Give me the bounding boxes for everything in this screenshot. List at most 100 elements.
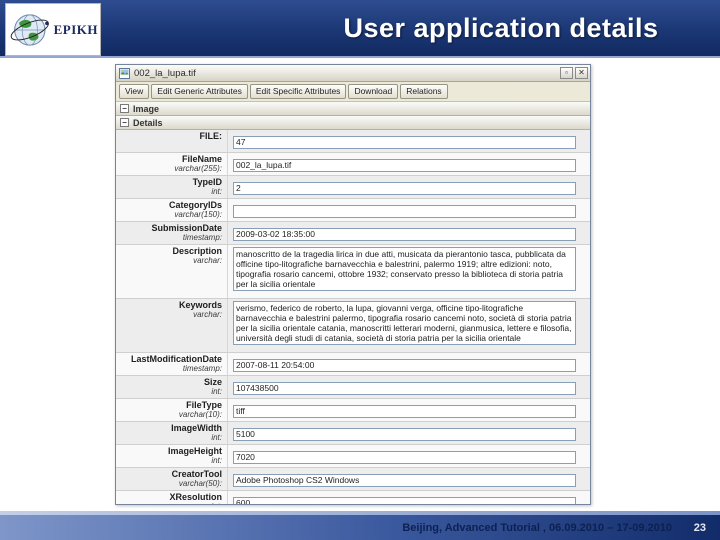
section-image[interactable]: − Image bbox=[116, 102, 590, 116]
field-name: Description bbox=[118, 246, 222, 256]
field-row-submissiondate: SubmissionDatetimestamp: bbox=[116, 222, 590, 245]
logo-text: EPIKH bbox=[54, 22, 98, 38]
field-row-size: Sizeint: bbox=[116, 376, 590, 399]
field-value-lastmodificationdate bbox=[228, 353, 590, 375]
field-input-creatortool[interactable] bbox=[233, 474, 576, 487]
close-button[interactable]: ✕ bbox=[575, 67, 588, 79]
field-name: CategoryIDs bbox=[118, 200, 222, 210]
app-window: 002_la_lupa.tif ▫ ✕ ViewEdit Generic Att… bbox=[115, 64, 591, 505]
field-datatype: varchar: bbox=[118, 310, 222, 319]
field-datatype: varchar: bbox=[118, 256, 222, 265]
field-name: Size bbox=[118, 377, 222, 387]
image-file-icon bbox=[119, 68, 130, 79]
field-value-typeid bbox=[228, 176, 590, 198]
globe-icon bbox=[8, 7, 52, 53]
window-titlebar[interactable]: 002_la_lupa.tif ▫ ✕ bbox=[116, 65, 590, 82]
field-input-description[interactable] bbox=[233, 247, 576, 291]
field-name: FILE: bbox=[118, 131, 222, 141]
field-datatype: int: bbox=[118, 456, 222, 465]
field-datatype: int: bbox=[118, 502, 222, 505]
field-input-filename[interactable] bbox=[233, 159, 576, 172]
field-value-filename bbox=[228, 153, 590, 175]
toolbar: ViewEdit Generic AttributesEdit Specific… bbox=[116, 82, 590, 102]
field-row-file: FILE: bbox=[116, 130, 590, 153]
field-name: ImageHeight bbox=[118, 446, 222, 456]
field-value-submissiondate bbox=[228, 222, 590, 244]
collapse-icon[interactable]: − bbox=[120, 104, 129, 113]
field-label-size: Sizeint: bbox=[116, 376, 228, 398]
field-name: XResolution bbox=[118, 492, 222, 502]
field-label-lastmodificationdate: LastModificationDatetimestamp: bbox=[116, 353, 228, 375]
field-value-file bbox=[228, 130, 590, 152]
field-datatype: timestamp: bbox=[118, 364, 222, 373]
field-input-imagewidth[interactable] bbox=[233, 428, 576, 441]
field-row-lastmodificationdate: LastModificationDatetimestamp: bbox=[116, 353, 590, 376]
restore-button[interactable]: ▫ bbox=[560, 67, 573, 79]
footer-text: Beijing, Advanced Tutorial , 06.09.2010 … bbox=[402, 522, 672, 534]
field-input-lastmodificationdate[interactable] bbox=[233, 359, 576, 372]
field-label-description: Descriptionvarchar: bbox=[116, 245, 228, 298]
field-input-file[interactable] bbox=[233, 136, 576, 149]
page-title: User application details bbox=[290, 13, 712, 44]
toolbar-button-relations[interactable]: Relations bbox=[400, 84, 447, 99]
field-label-typeid: TypeIDint: bbox=[116, 176, 228, 198]
field-row-imageheight: ImageHeightint: bbox=[116, 445, 590, 468]
field-input-size[interactable] bbox=[233, 382, 576, 395]
field-input-submissiondate[interactable] bbox=[233, 228, 576, 241]
section-image-label: Image bbox=[133, 104, 159, 114]
field-name: CreatorTool bbox=[118, 469, 222, 479]
field-input-typeid[interactable] bbox=[233, 182, 576, 195]
field-input-keywords[interactable] bbox=[233, 301, 576, 345]
field-row-creatortool: CreatorToolvarchar(50): bbox=[116, 468, 590, 491]
field-name: FileType bbox=[118, 400, 222, 410]
page-number: 23 bbox=[694, 522, 706, 534]
field-label-filename: FileNamevarchar(255): bbox=[116, 153, 228, 175]
toolbar-button-view[interactable]: View bbox=[119, 84, 149, 99]
section-details[interactable]: − Details bbox=[116, 116, 590, 130]
collapse-icon[interactable]: − bbox=[120, 118, 129, 127]
field-name: LastModificationDate bbox=[118, 354, 222, 364]
section-details-label: Details bbox=[133, 118, 163, 128]
field-label-submissiondate: SubmissionDatetimestamp: bbox=[116, 222, 228, 244]
field-input-xresolution[interactable] bbox=[233, 497, 576, 506]
toolbar-button-download[interactable]: Download bbox=[348, 84, 398, 99]
field-value-creatortool bbox=[228, 468, 590, 490]
field-row-filetype: FileTypevarchar(10): bbox=[116, 399, 590, 422]
field-row-xresolution: XResolutionint: bbox=[116, 491, 590, 505]
field-value-xresolution bbox=[228, 491, 590, 505]
field-value-categoryids bbox=[228, 199, 590, 221]
field-label-creatortool: CreatorToolvarchar(50): bbox=[116, 468, 228, 490]
field-name: FileName bbox=[118, 154, 222, 164]
field-value-imageheight bbox=[228, 445, 590, 467]
field-label-keywords: Keywordsvarchar: bbox=[116, 299, 228, 352]
field-input-categoryids[interactable] bbox=[233, 205, 576, 218]
field-row-typeid: TypeIDint: bbox=[116, 176, 590, 199]
field-row-description: Descriptionvarchar: bbox=[116, 245, 590, 299]
field-name: TypeID bbox=[118, 177, 222, 187]
field-input-imageheight[interactable] bbox=[233, 451, 576, 464]
field-value-filetype bbox=[228, 399, 590, 421]
field-label-filetype: FileTypevarchar(10): bbox=[116, 399, 228, 421]
field-datatype: varchar(50): bbox=[118, 479, 222, 488]
toolbar-button-edit-specific-attributes[interactable]: Edit Specific Attributes bbox=[250, 84, 347, 99]
field-label-xresolution: XResolutionint: bbox=[116, 491, 228, 505]
field-datatype: timestamp: bbox=[118, 233, 222, 242]
field-datatype: varchar(150): bbox=[118, 210, 222, 219]
field-row-categoryids: CategoryIDsvarchar(150): bbox=[116, 199, 590, 222]
epikh-logo: EPIKH bbox=[5, 3, 101, 56]
field-label-imagewidth: ImageWidthint: bbox=[116, 422, 228, 444]
field-value-size bbox=[228, 376, 590, 398]
field-label-file: FILE: bbox=[116, 130, 228, 152]
toolbar-button-edit-generic-attributes[interactable]: Edit Generic Attributes bbox=[151, 84, 248, 99]
field-name: SubmissionDate bbox=[118, 223, 222, 233]
field-datatype: varchar(255): bbox=[118, 164, 222, 173]
field-row-filename: FileNamevarchar(255): bbox=[116, 153, 590, 176]
field-datatype: int: bbox=[118, 433, 222, 442]
slide-header: EPIKH User application details bbox=[0, 0, 720, 58]
field-name: Keywords bbox=[118, 300, 222, 310]
field-datatype: int: bbox=[118, 387, 222, 396]
field-input-filetype[interactable] bbox=[233, 405, 576, 418]
field-row-imagewidth: ImageWidthint: bbox=[116, 422, 590, 445]
field-datatype: varchar(10): bbox=[118, 410, 222, 419]
field-value-imagewidth bbox=[228, 422, 590, 444]
